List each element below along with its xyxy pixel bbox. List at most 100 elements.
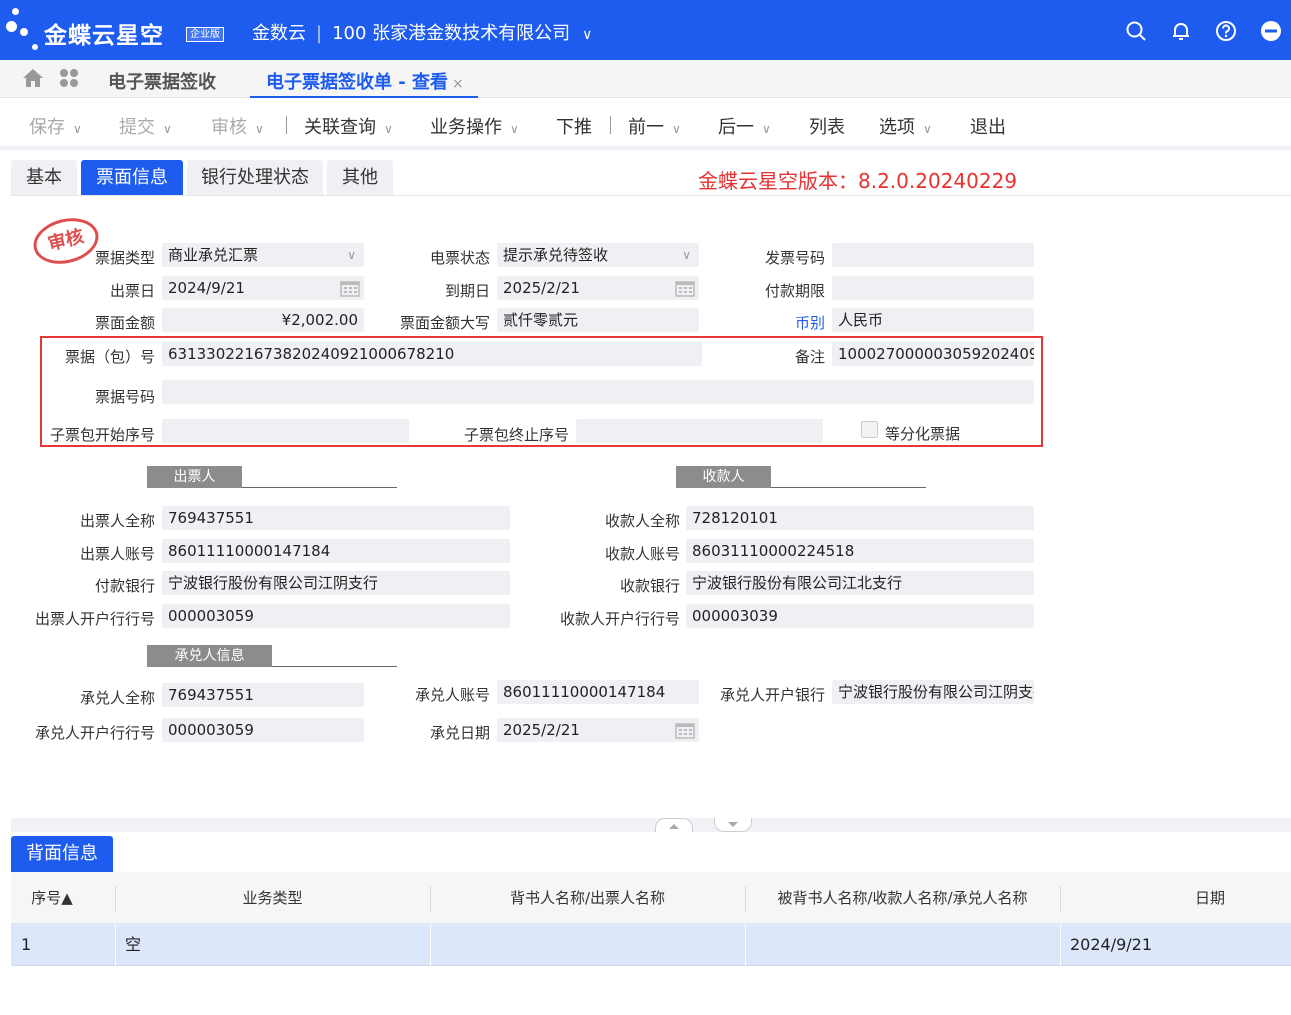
drawer-bank-code-field[interactable]: 000003059 (162, 604, 510, 628)
drawer-name-label: 出票人全称 (79, 512, 155, 530)
tab-back-info[interactable]: 背面信息 (11, 836, 113, 872)
org-switcher[interactable]: 金数云 | 100 张家港金数技术有限公司 ∨ (252, 19, 592, 45)
bell-icon[interactable] (1167, 17, 1195, 45)
logo-badge: 企业版 (186, 27, 224, 42)
submit-button[interactable]: 提交 ∨ (119, 113, 172, 139)
currency-link[interactable]: 币别 (725, 312, 825, 333)
pay-term-field[interactable] (832, 276, 1034, 300)
audit-button[interactable]: 审核 ∨ (211, 113, 264, 139)
payee-account-label: 收款人账号 (604, 545, 680, 563)
acceptor-date-field[interactable]: 2025/2/21 (497, 718, 699, 742)
remark-field[interactable]: 1000270000030592024092113 (832, 342, 1034, 366)
chevron-down-icon: ∨ (347, 248, 356, 262)
push-down-button[interactable]: 下推 (556, 113, 592, 139)
calendar-icon[interactable] (340, 279, 360, 300)
save-label: 保存 (29, 117, 65, 138)
sub-end-label: 子票包终止序号 (463, 426, 569, 444)
tab-face-info[interactable]: 票面信息 (81, 160, 183, 196)
tab-other[interactable]: 其他 (327, 160, 393, 196)
cell-divider (430, 924, 431, 966)
options-button[interactable]: 选项 ∨ (879, 113, 932, 139)
drawer-name-field[interactable]: 769437551 (162, 506, 510, 530)
close-icon[interactable]: × (452, 76, 464, 92)
ebill-status-value: 提示承兑待签收 (503, 246, 609, 264)
col-endorser[interactable]: 背书人名称/出票人名称 (430, 872, 745, 924)
apps-icon[interactable] (58, 68, 80, 92)
list-button[interactable]: 列表 (809, 113, 845, 139)
pay-term-label: 付款期限 (764, 282, 825, 300)
acceptor-section-header: 承兑人信息 (147, 645, 397, 667)
tab-active-label: 电子票据签收单 - 查看 (266, 72, 449, 93)
collapse-up-button[interactable] (655, 818, 693, 832)
exit-button[interactable]: 退出 (970, 113, 1006, 139)
drawer-section-title: 出票人 (147, 466, 242, 488)
split-bill-label: 等分化票据 (885, 425, 961, 443)
payee-bank-code-field[interactable]: 000003039 (686, 604, 1034, 628)
tab-ebill-receive[interactable]: 电子票据签收 (108, 68, 216, 94)
sub-start-field[interactable] (162, 419, 409, 443)
home-icon[interactable] (22, 68, 44, 92)
invoice-no-field[interactable] (832, 243, 1034, 267)
calendar-icon[interactable] (675, 721, 695, 742)
cell-date: 2024/9/21 (1070, 935, 1153, 954)
collapse-down-button[interactable] (714, 818, 752, 832)
drawer-bank-label: 付款银行 (94, 577, 155, 595)
cell-seq: 1 (21, 935, 32, 954)
amount-field[interactable]: ¥2,002.00 (162, 308, 364, 332)
due-date-field[interactable]: 2025/2/21 (497, 276, 699, 300)
split-bill-checkbox[interactable] (861, 421, 878, 438)
issue-date-field[interactable]: 2024/9/21 (162, 276, 364, 300)
drawer-account-label: 出票人账号 (79, 545, 155, 563)
user-menu-icon[interactable] (1257, 17, 1285, 45)
due-date-label: 到期日 (444, 282, 490, 300)
payee-account-field[interactable]: 86031110000224518 (686, 539, 1034, 563)
tab-basic[interactable]: 基本 (11, 160, 77, 196)
ebill-status-select[interactable]: 提示承兑待签收 ∨ (497, 243, 699, 267)
page-tab-bar: 电子票据签收 电子票据签收单 - 查看 × (0, 60, 1291, 98)
payee-bank-field[interactable]: 宁波银行股份有限公司江北支行 (686, 571, 1034, 595)
logo-dot (32, 44, 38, 50)
help-icon[interactable] (1212, 17, 1240, 45)
remark-label: 备注 (794, 348, 825, 366)
acceptor-bank-code-label: 承兑人开户行行号 (34, 724, 155, 742)
drawer-bank-field[interactable]: 宁波银行股份有限公司江阴支行 (162, 571, 510, 595)
save-button[interactable]: 保存 ∨ (29, 113, 82, 139)
related-query-button[interactable]: 关联查询 ∨ (304, 113, 393, 139)
tab-bank-status[interactable]: 银行处理状态 (187, 160, 323, 196)
payee-name-field[interactable]: 728120101 (686, 506, 1034, 530)
amount-label: 票面金额 (94, 314, 155, 332)
next-button[interactable]: 后一 ∨ (718, 113, 771, 139)
table-row[interactable]: 1 空 2024/9/21 (11, 924, 1291, 966)
business-ops-button[interactable]: 业务操作 ∨ (430, 113, 519, 139)
bill-type-select[interactable]: 商业承兑汇票 ∨ (162, 243, 364, 267)
amount-upper-field[interactable]: 贰仟零贰元 (497, 308, 699, 332)
toolbar-divider (286, 116, 287, 134)
bill-type-value: 商业承兑汇票 (168, 246, 259, 264)
drawer-account-field[interactable]: 86011110000147184 (162, 539, 510, 563)
acceptor-bank-field[interactable]: 宁波银行股份有限公司江阴支行 (832, 680, 1034, 704)
kingdee-logo[interactable]: 金蝶云星空 企业版 (6, 6, 226, 54)
chevron-down-icon: ∨ (384, 122, 393, 136)
currency-field[interactable]: 人民币 (832, 308, 1034, 332)
col-business-type[interactable]: 业务类型 (115, 872, 430, 924)
audit-label: 审核 (211, 117, 247, 138)
submit-label: 提交 (119, 117, 155, 138)
related-query-label: 关联查询 (304, 117, 376, 138)
chevron-down-icon: ∨ (73, 122, 82, 136)
sub-end-field[interactable] (576, 419, 823, 443)
previous-button[interactable]: 前一 ∨ (628, 113, 681, 139)
search-icon[interactable] (1122, 17, 1150, 45)
bill-pkg-no-field[interactable]: 631330221673820240921000678210 (162, 342, 702, 366)
panel-splitter[interactable] (11, 818, 1291, 832)
col-endorsee[interactable]: 被背书人名称/收款人名称/承兑人名称 (745, 872, 1060, 924)
acceptor-bank-code-field[interactable]: 000003059 (162, 718, 364, 742)
acceptor-name-field[interactable]: 769437551 (162, 683, 364, 707)
col-date[interactable]: 日期 (1060, 872, 1291, 924)
bill-no-field[interactable] (162, 380, 1034, 404)
acceptor-account-field[interactable]: 86011110000147184 (497, 680, 699, 704)
acceptor-bank-label: 承兑人开户银行 (719, 686, 825, 704)
logo-dot (6, 21, 17, 32)
col-seq[interactable]: 序号▲ (11, 872, 93, 924)
tab-ebill-receive-view[interactable]: 电子票据签收单 - 查看 × (250, 68, 478, 98)
calendar-icon[interactable] (675, 279, 695, 300)
